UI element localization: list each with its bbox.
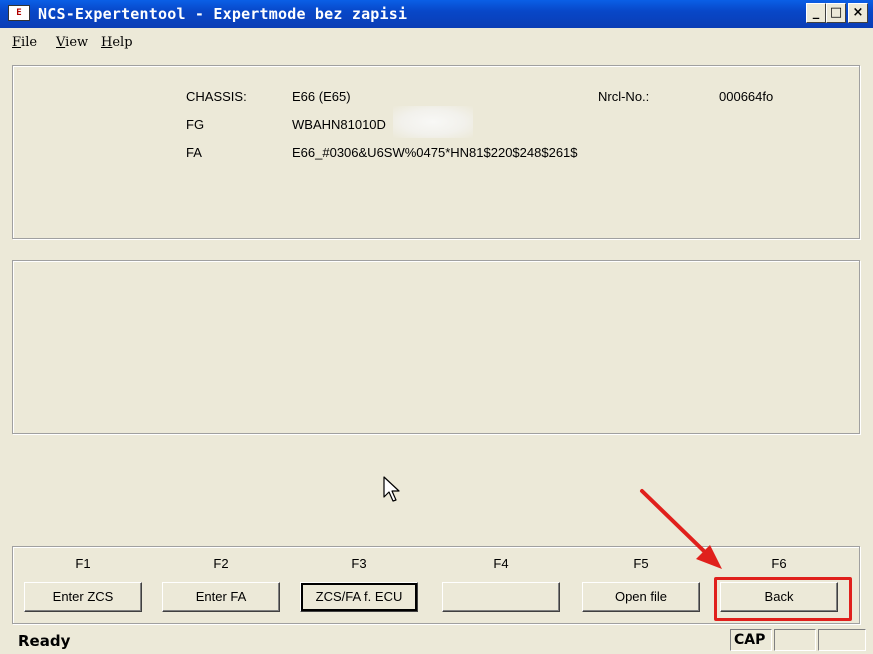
- menu-view-accel: V: [56, 35, 66, 50]
- minimize-button[interactable]: _: [806, 3, 826, 23]
- output-panel: [12, 260, 860, 434]
- app-icon[interactable]: E: [8, 5, 30, 21]
- fg-value: WBAHN81010D: [292, 117, 386, 132]
- enter-fa-button[interactable]: Enter FA: [162, 582, 280, 612]
- fa-value: E66_#0306&U6SW%0475*HN81$220$248$261$: [292, 145, 578, 160]
- fkey-label-f1: F1: [75, 556, 91, 571]
- status-num: [774, 629, 816, 651]
- menu-help[interactable]: Help: [101, 35, 133, 50]
- enter-zcs-button[interactable]: Enter ZCS: [24, 582, 142, 612]
- status-bar: Ready CAP: [0, 626, 873, 654]
- menu-file-accel: F: [12, 35, 22, 50]
- menu-file-label: ile: [21, 35, 38, 50]
- nrcl-label: Nrcl-No.:: [598, 89, 650, 104]
- title-bar[interactable]: E NCS-Expertentool - Expertmode bez zapi…: [0, 0, 873, 28]
- annotation-arrow-icon: [640, 489, 722, 569]
- status-cap: CAP: [730, 629, 772, 651]
- status-scroll: [818, 629, 866, 651]
- menu-bar: File View Help: [0, 30, 873, 54]
- chassis-value: E66 (E65): [292, 89, 351, 104]
- zcs-fa-ecu-button[interactable]: ZCS/FA f. ECU: [300, 582, 418, 612]
- close-button[interactable]: ×: [848, 3, 868, 23]
- mouse-cursor-icon: [383, 476, 400, 502]
- fkey-label-f3: F3: [351, 556, 367, 571]
- annotation-highlight-box: [714, 577, 852, 621]
- fkey-label-f2: F2: [213, 556, 229, 571]
- fa-label: FA: [186, 145, 202, 160]
- fg-label: FG: [186, 117, 205, 132]
- fkey-label-f6: F6: [771, 556, 787, 571]
- redaction-blur: [393, 106, 473, 138]
- fkey-label-f4: F4: [493, 556, 509, 571]
- menu-view[interactable]: View: [56, 35, 88, 50]
- menu-file[interactable]: File: [12, 35, 37, 50]
- chassis-label: CHASSIS:: [186, 89, 247, 104]
- menu-help-accel: H: [101, 35, 113, 50]
- f4-button[interactable]: [442, 582, 560, 612]
- menu-help-label: elp: [112, 35, 133, 50]
- open-file-button[interactable]: Open file: [582, 582, 700, 612]
- nrcl-value: 000664fo: [719, 89, 774, 104]
- maximize-button[interactable]: □: [826, 3, 846, 23]
- status-text: Ready: [18, 632, 71, 650]
- menu-view-label: iew: [65, 35, 89, 50]
- window-title: NCS-Expertentool - Expertmode bez zapisi: [38, 5, 408, 23]
